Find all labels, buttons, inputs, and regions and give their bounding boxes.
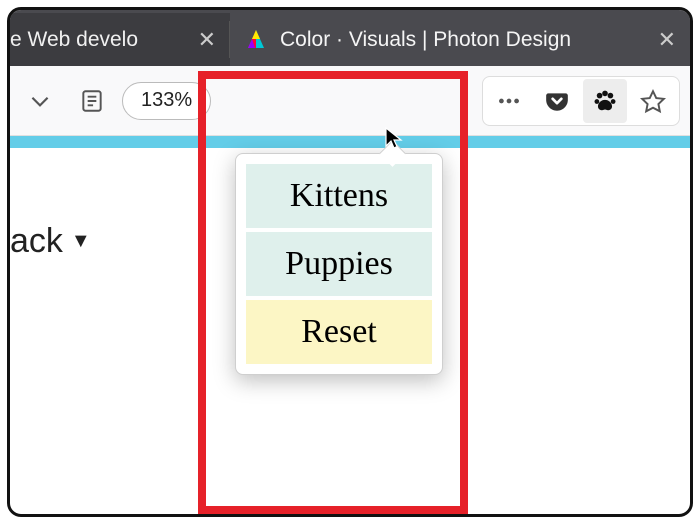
tab-active[interactable]: Color · Visuals | Photon Design ✕ [230,13,690,66]
chevron-down-icon[interactable] [18,79,62,123]
page-accent-bar [10,136,690,148]
tab-inactive[interactable]: e Web develo ✕ [10,13,230,66]
reader-view-icon[interactable] [70,79,114,123]
caret-down-icon[interactable]: ▼ [71,230,91,253]
browser-window: e Web develo ✕ Color · Visuals | Photon … [7,7,693,517]
tab-strip: e Web develo ✕ Color · Visuals | Photon … [10,10,690,66]
bookmark-star-icon[interactable] [631,79,675,123]
mouse-cursor-icon [382,126,406,150]
photon-favicon [244,28,268,52]
popup-item-puppies[interactable]: Puppies [246,232,432,296]
zoom-level[interactable]: 133% [122,82,211,120]
close-icon[interactable]: ✕ [198,27,216,53]
paw-extension-icon[interactable] [583,79,627,123]
page-actions-group [482,76,680,126]
extension-popup: Kittens Puppies Reset [235,153,443,375]
partial-text: ack [10,222,63,261]
popup-item-kittens[interactable]: Kittens [246,164,432,228]
pocket-icon[interactable] [535,79,579,123]
close-icon[interactable]: ✕ [658,27,676,53]
overflow-menu-icon[interactable] [487,79,531,123]
tab-title: Color · Visuals | Photon Design [280,28,571,52]
tab-title: e Web develo [10,28,138,52]
popup-item-reset[interactable]: Reset [246,300,432,364]
toolbar: 133% [10,66,690,136]
